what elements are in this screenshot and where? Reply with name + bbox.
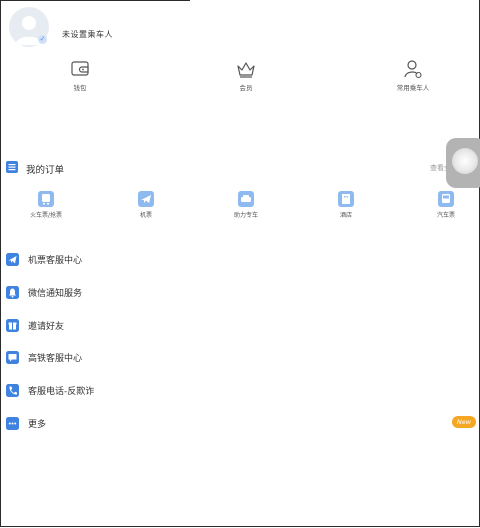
frequent-passenger-button[interactable]: 常用乘车人 [383,58,443,92]
order-type-bus-label: 汽车票 [436,212,455,219]
menu-item-more[interactable]: 更多 [0,414,478,436]
car-icon [238,191,254,207]
menu-item-wechat-notify[interactable]: 微信通知服务 [0,283,478,305]
floating-assistive-button[interactable] [446,138,480,188]
menu-item-label: 更多 [28,420,47,430]
menu-item-label: 机票客服中心 [28,256,83,266]
menu-item-label: 邀请好友 [28,322,65,332]
assistive-knob [452,148,478,174]
avatar-edit-icon: ✓ [38,35,47,44]
membership-button[interactable]: 会员 [216,58,276,92]
order-type-hotel[interactable]: 酒店 [316,191,376,219]
menu-item-invite-friends[interactable]: 邀请好友 [0,316,478,338]
hotel-icon [338,191,354,207]
order-type-flight-label: 机票 [139,212,152,219]
menu-item-label: 微信通知服务 [28,289,83,299]
chat-icon [6,351,19,364]
train-icon [38,191,54,207]
menu-item-rail-service[interactable]: 高铁客服中心 [0,348,478,370]
wallet-button[interactable]: 钱包 [50,58,110,92]
order-type-hotel-label: 酒店 [339,212,352,219]
bus-icon [438,191,454,207]
menu-item-flight-service[interactable]: 机票客服中心 [0,250,478,272]
list-icon [6,161,18,173]
more-icon [6,417,19,430]
wallet-icon [71,61,89,76]
my-orders-title[interactable]: 我的订单 [26,162,64,176]
order-type-car-label: 助力专车 [233,212,258,219]
crown-icon [237,62,255,78]
plane-icon [138,191,154,207]
order-type-train-label: 火车票/抢票 [29,212,63,219]
new-badge: New [452,416,476,428]
menu-item-label: 高铁客服中心 [28,354,83,364]
gift-icon [6,319,19,332]
phone-icon [6,384,19,397]
plane-icon [6,253,19,266]
frame-top-edge [0,0,190,1]
menu-item-anti-fraud-hotline[interactable]: 客服电话-反欺诈 [0,381,478,403]
passenger-status-label[interactable]: 未设置乘车人 [62,29,113,40]
frequent-passenger-label: 常用乘车人 [396,84,430,92]
menu-item-label: 客服电话-反欺诈 [28,387,95,397]
bell-icon [6,286,19,299]
order-type-bus[interactable]: 汽车票 [416,191,476,219]
wallet-label: 钱包 [73,84,87,92]
order-type-flight[interactable]: 机票 [116,191,176,219]
passenger-icon [404,60,422,79]
order-type-train[interactable]: 火车票/抢票 [16,191,76,219]
order-type-car[interactable]: 助力专车 [216,191,276,219]
membership-label: 会员 [239,84,253,92]
